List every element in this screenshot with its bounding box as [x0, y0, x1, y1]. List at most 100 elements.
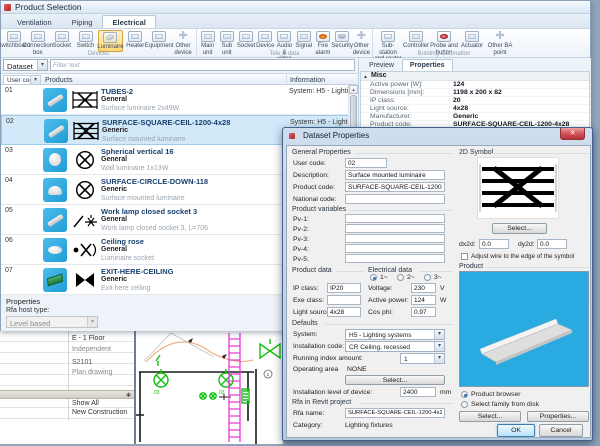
ribbon-item-security[interactable]: Security [333, 30, 352, 50]
rfa-host-type-combo[interactable]: Level based ▾ [6, 316, 98, 328]
pv3-input[interactable] [345, 234, 445, 243]
group-product-data: Product data [292, 267, 332, 274]
exit-symbol-icon [72, 270, 98, 290]
device-icon [258, 31, 272, 42]
heater-icon [128, 31, 142, 42]
group-2d-symbol: 2D Symbol [459, 149, 493, 156]
product-code-input[interactable] [345, 182, 445, 192]
column-header-products[interactable]: Products [45, 77, 73, 84]
dx2d-input[interactable] [479, 239, 509, 249]
fire-alarm-icon [316, 31, 330, 42]
column-header-information[interactable]: Information [290, 77, 325, 84]
ribbon-item-socket[interactable]: Socket [50, 30, 74, 50]
ribbon-item-signal[interactable]: Signal [294, 30, 313, 50]
switch-icon [79, 31, 93, 42]
property-row-light-source[interactable]: Light source:4x28 [361, 105, 589, 113]
rfa-name-input[interactable] [345, 408, 445, 418]
installation-code-combo[interactable]: CR Ceiling, recessed ▾ [345, 341, 445, 352]
operating-area-select-button[interactable]: Select... [345, 375, 445, 385]
property-row-dimensions[interactable]: Dimensions [mm]:1198 x 200 x 82 [361, 89, 589, 97]
user-code-sort-combo[interactable]: User code ▾ [3, 75, 41, 85]
expander-icon[interactable]: ▲ [363, 74, 368, 80]
product-select-button[interactable]: Select... [459, 411, 521, 422]
ok-button[interactable]: OK [497, 424, 535, 437]
ribbon-item-heater[interactable]: Heater [123, 30, 147, 50]
tree-item-floor[interactable]: E - 1 Floor [72, 335, 105, 342]
group-label-devices: Devices [1, 51, 196, 57]
ribbon-group-devices: Switchboard Connection box Socket Switch… [1, 29, 197, 57]
ribbon-item-device[interactable]: Device [256, 30, 275, 50]
ip-class-input[interactable] [327, 283, 361, 293]
ribbon-item-controller[interactable]: Controller [402, 30, 430, 50]
pv2-input[interactable] [345, 224, 445, 233]
tab-preview[interactable]: Preview [361, 59, 402, 71]
active-power-input[interactable] [411, 295, 436, 305]
circle-x-symbol-icon [72, 150, 98, 170]
user-code-input[interactable] [345, 158, 387, 168]
product-properties-button[interactable]: Properties... [527, 411, 589, 422]
tubes-symbol-icon [72, 90, 98, 110]
tree-item-independent[interactable]: Independent [72, 346, 111, 353]
tree-item-new-construction[interactable]: New Construction [72, 409, 127, 416]
adjust-wire-checkbox[interactable] [461, 253, 468, 260]
installation-level-input[interactable] [400, 387, 436, 397]
light-source-input[interactable] [327, 307, 361, 317]
tab-piping[interactable]: Piping [62, 15, 103, 28]
ribbon-item-equipment[interactable]: Equipment [147, 30, 171, 50]
ribbon-item-actuator[interactable]: Actuator [458, 30, 486, 50]
cancel-button[interactable]: Cancel [539, 424, 583, 437]
tab-electrical[interactable]: Electrical [102, 15, 155, 28]
phase3-radio[interactable] [424, 274, 431, 281]
dialog-close-button[interactable]: ✕ [560, 128, 585, 140]
product-browser-radio[interactable] [461, 391, 468, 398]
phase2-radio[interactable] [397, 274, 404, 281]
group-rfa-revit: Rfa in Revit project [292, 399, 351, 406]
dy2d-input[interactable] [537, 239, 567, 249]
title-bar[interactable]: Product Selection [1, 1, 590, 14]
property-row-active-power[interactable]: Active power [W]:124 [361, 81, 589, 89]
running-index-combo[interactable]: 1 ▾ [400, 353, 445, 364]
pin-icon[interactable]: ✱ [126, 392, 131, 399]
pv1-input[interactable] [345, 214, 445, 223]
group-electrical-data: Electrical data [368, 267, 412, 274]
tree-item-s2101[interactable]: S2101 [72, 359, 92, 366]
phase1-radio[interactable] [370, 274, 377, 281]
tab-ventilation[interactable]: Ventilation [7, 15, 62, 28]
ribbon-item-switch[interactable]: Switch [74, 30, 98, 50]
voltage-input[interactable] [411, 283, 436, 293]
tab-properties[interactable]: Properties [402, 59, 453, 71]
group-label-building-automation: Building automation [373, 51, 515, 57]
product-row-01[interactable]: 01 TUBES-2 General Surface luminaire 2x4… [1, 85, 357, 115]
ribbon-item-tele-socket[interactable]: Socket [236, 30, 255, 50]
installation-level-unit: mm [440, 389, 451, 396]
filter-input[interactable] [50, 59, 355, 71]
symbol-select-button[interactable]: Select... [492, 223, 547, 234]
tree-item-plan-drawing[interactable]: Plan drawing [72, 369, 112, 376]
tree-item-show-all[interactable]: Show All [72, 400, 99, 407]
exe-class-input[interactable] [327, 295, 361, 305]
pv4-input[interactable] [345, 244, 445, 253]
drawing-canvas[interactable]: 03 03 2 [136, 331, 283, 444]
ribbon-item-luminaire[interactable]: Luminaire [98, 30, 124, 52]
scroll-up-button[interactable]: ▴ [349, 85, 358, 94]
luminaire-label: 03 [154, 390, 160, 396]
cos-phi-input[interactable] [411, 307, 436, 317]
group-defaults: Defaults [292, 320, 318, 327]
property-row-ip-class[interactable]: IP class:20 [361, 97, 589, 105]
security-icon [335, 31, 349, 42]
description-input[interactable] [345, 170, 445, 180]
system-combo[interactable]: H5 - Lighting systems ▾ [345, 329, 445, 340]
dataset-combo[interactable]: Dataset ▾ [3, 59, 48, 71]
pv5-input[interactable] [345, 254, 445, 263]
property-row-manufacturer[interactable]: Manufacturer:Generic [361, 113, 589, 121]
dialog-client-area: General Properties User code: Descriptio… [286, 145, 591, 438]
right-panel-tabs: Preview Properties [361, 59, 453, 71]
dialog-icon [289, 133, 295, 139]
product-browser-label: Product browser [471, 391, 521, 398]
national-code-input[interactable] [345, 194, 445, 204]
select-family-radio[interactable] [461, 401, 468, 408]
property-group-misc[interactable]: ▲ Misc [361, 72, 589, 81]
phase1-label: 1~ [380, 274, 388, 281]
group-product: Product [459, 263, 483, 270]
dialog-title-bar[interactable]: Dataset Properties [289, 131, 369, 140]
